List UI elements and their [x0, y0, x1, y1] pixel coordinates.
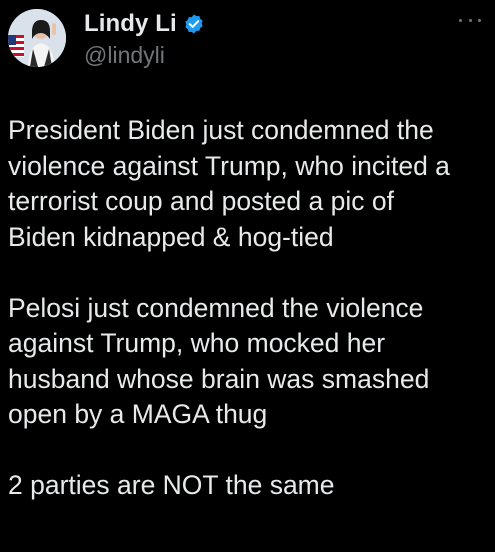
author-name-row: Lindy Li	[84, 8, 205, 40]
more-dot	[459, 18, 462, 22]
author-display-name[interactable]: Lindy Li	[84, 10, 177, 38]
tweet-paragraph: Pelosi just condemned the violence again…	[8, 292, 430, 430]
avatar-image	[8, 9, 66, 67]
more-options-icon[interactable]	[459, 12, 481, 28]
flag-graphic	[8, 35, 24, 57]
more-dot	[468, 18, 472, 22]
tweet-card: Lindy Li @lindyli President Biden just c…	[0, 0, 495, 552]
more-dot	[478, 18, 481, 22]
verified-badge-icon[interactable]	[183, 13, 205, 35]
author-info: Lindy Li @lindyli	[84, 8, 205, 69]
tweet-text: President Biden just condemned the viole…	[8, 113, 488, 504]
author-handle[interactable]: @lindyli	[84, 42, 205, 69]
tweet-paragraph: President Biden just condemned the viole…	[8, 115, 450, 252]
author-avatar[interactable]	[8, 9, 66, 67]
tweet-paragraph: 2 parties are NOT the same	[8, 470, 335, 500]
